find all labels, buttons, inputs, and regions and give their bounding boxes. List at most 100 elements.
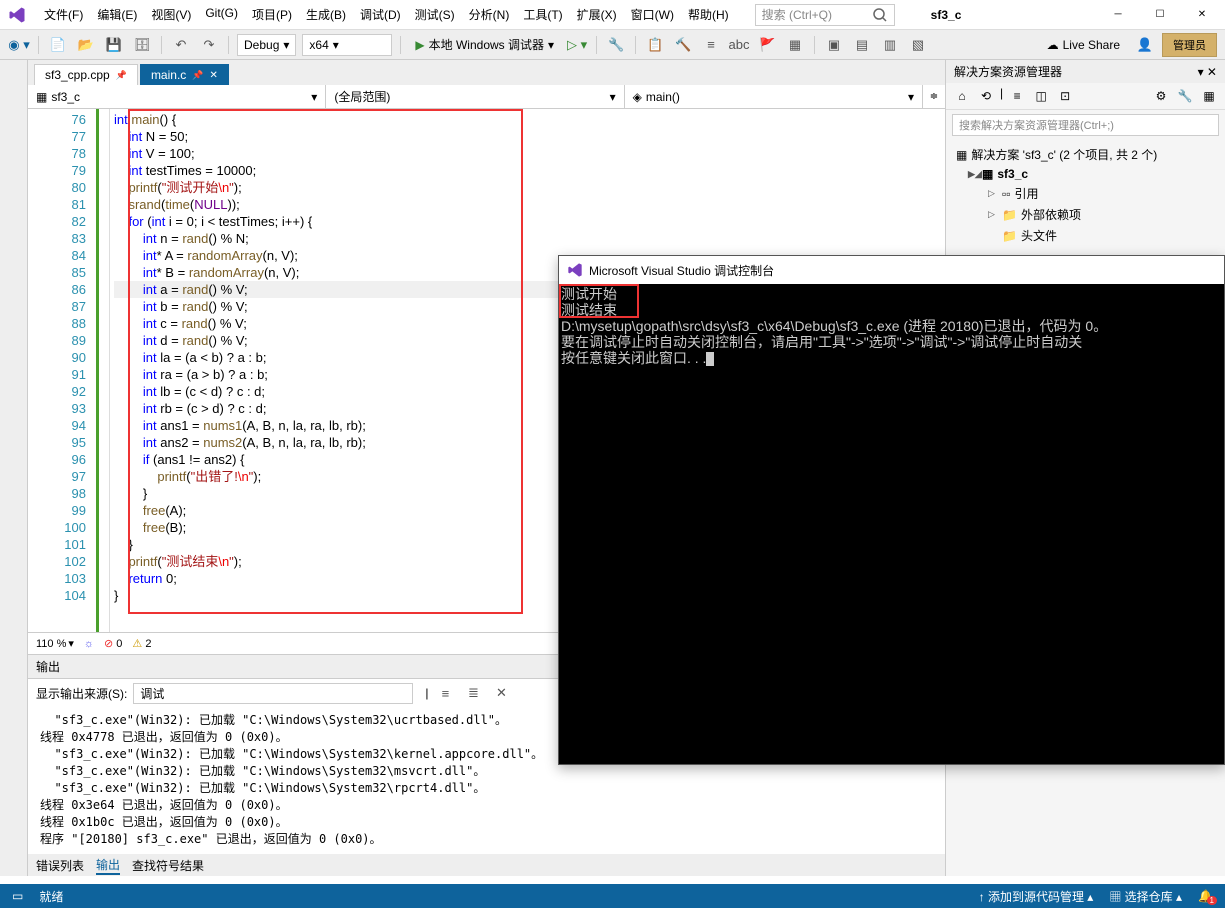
nav-scope2-dropdown[interactable]: (全局范围)▾ (326, 85, 624, 108)
solution-tree[interactable]: ▦ 解决方案 'sf3_c' (2 个项目, 共 2 个) ▶◢▦ sf3_c … (946, 140, 1225, 250)
title-search[interactable]: 搜索 (Ctrl+Q) (755, 4, 895, 26)
close-button[interactable]: ✕ (1187, 5, 1217, 25)
se-btn-6[interactable]: ▦ (1199, 86, 1219, 106)
project-title: sf3_c (915, 6, 978, 24)
zoom-dropdown[interactable]: 110 % ▾ (36, 637, 74, 650)
tb-icon-5[interactable]: abc (728, 34, 750, 56)
se-btn-4[interactable]: ⚙ (1151, 86, 1171, 106)
fold-column[interactable] (96, 109, 110, 632)
se-btn-3[interactable]: ⊡ (1055, 86, 1075, 106)
toolbar: ◉ ▾ 📄 📂 💾 🗄 ↶ ↷ Debug ▾ x64 ▾ ▶本地 Window… (0, 30, 1225, 60)
solution-toolbar: ⌂ ⟲ | ≡ ◫ ⊡ ⚙ 🔧 ▦ (946, 83, 1225, 110)
tb-icon-1[interactable]: 🔧 (605, 34, 627, 56)
tb-icon-4[interactable]: ≡ (700, 34, 722, 56)
bottom-tabs: 错误列表输出查找符号结果 (28, 854, 945, 876)
run-debugger-button[interactable]: ▶本地 Windows 调试器 ▾ (409, 34, 560, 56)
menu-item[interactable]: 项目(P) (246, 2, 298, 27)
tree-solution-root[interactable]: ▦ 解决方案 'sf3_c' (2 个项目, 共 2 个) (952, 144, 1219, 165)
tree-headers[interactable]: 📁 头文件 (952, 225, 1219, 246)
menu-item[interactable]: 编辑(E) (91, 2, 143, 27)
info-icon[interactable]: ☼ (84, 638, 94, 650)
save-button[interactable]: 💾 (103, 34, 125, 56)
menu-item[interactable]: 调试(D) (354, 2, 407, 27)
undo-button[interactable]: ↶ (170, 34, 192, 56)
document-tab[interactable]: main.c📌✕ (140, 64, 229, 85)
solution-search[interactable]: 搜索解决方案资源管理器(Ctrl+;) (952, 114, 1219, 136)
tb-icon-8[interactable]: ▣ (823, 34, 845, 56)
menu-item[interactable]: 生成(B) (300, 2, 352, 27)
se-btn-1[interactable]: ≡ (1007, 86, 1027, 106)
vs-icon-small (567, 262, 583, 278)
tb-icon-9[interactable]: ▤ (851, 34, 873, 56)
tb-icon-7[interactable]: ▦ (784, 34, 806, 56)
menu-item[interactable]: 扩展(X) (571, 2, 623, 27)
menu-item[interactable]: 工具(T) (517, 2, 568, 27)
repo-button[interactable]: ▦ 选择仓库 ▴ (1109, 888, 1182, 905)
save-all-button[interactable]: 🗄 (131, 34, 153, 56)
maximize-button[interactable]: ☐ (1145, 5, 1175, 25)
search-icon[interactable] (872, 7, 888, 23)
console-title-text: Microsoft Visual Studio 调试控制台 (589, 262, 774, 279)
tree-project[interactable]: ▶◢▦ sf3_c (952, 165, 1219, 183)
start-without-debug-button[interactable]: ▷ ▾ (566, 34, 588, 56)
output-from-dropdown[interactable]: 调试 (133, 683, 413, 704)
sync-button[interactable]: ⟲ (976, 86, 996, 106)
bottom-tab[interactable]: 输出 (96, 856, 120, 875)
visual-studio-icon (8, 6, 26, 24)
menu-item[interactable]: 视图(V) (145, 2, 197, 27)
bottom-tab[interactable]: 错误列表 (36, 857, 84, 874)
tb-icon-11[interactable]: ▧ (907, 34, 929, 56)
document-tabs: sf3_cpp.cpp📌main.c📌✕ (28, 60, 945, 85)
debug-console-window[interactable]: Microsoft Visual Studio 调试控制台 测试开始测试结束D:… (558, 255, 1225, 765)
account-button[interactable]: 👤 (1134, 34, 1156, 56)
menu-item[interactable]: 测试(S) (409, 2, 461, 27)
menu-item[interactable]: 帮助(H) (682, 2, 735, 27)
tab-close-icon[interactable]: ✕ (210, 70, 218, 81)
menu-bar: 文件(F)编辑(E)视图(V)Git(G)项目(P)生成(B)调试(D)测试(S… (38, 2, 735, 27)
se-btn-5[interactable]: 🔧 (1175, 86, 1195, 106)
platform-dropdown[interactable]: x64 ▾ (302, 34, 392, 56)
nav-scope-dropdown[interactable]: ▦ sf3_c▾ (28, 85, 326, 108)
warning-indicator[interactable]: ⚠ 2 (132, 637, 151, 650)
status-ready-icon: ▭ (12, 889, 23, 903)
notification-bell-icon[interactable]: 🔔 (1198, 889, 1213, 903)
search-placeholder: 搜索 (Ctrl+Q) (762, 6, 832, 23)
navigation-bar: ▦ sf3_c▾ (全局范围)▾ ◈ main()▾ ≑ (28, 85, 945, 109)
config-dropdown[interactable]: Debug ▾ (237, 34, 296, 56)
bottom-tab[interactable]: 查找符号结果 (132, 857, 204, 874)
split-button[interactable]: ≑ (923, 85, 945, 108)
minimize-button[interactable]: ─ (1103, 5, 1133, 25)
menu-item[interactable]: 文件(F) (38, 2, 89, 27)
source-control-button[interactable]: ↑ 添加到源代码管理 ▴ (979, 888, 1094, 905)
menu-item[interactable]: 分析(N) (463, 2, 516, 27)
menu-item[interactable]: 窗口(W) (625, 2, 680, 27)
menu-item[interactable]: Git(G) (199, 2, 244, 27)
redo-button[interactable]: ↷ (198, 34, 220, 56)
output-x-button[interactable]: ✕ (490, 682, 512, 704)
console-titlebar[interactable]: Microsoft Visual Studio 调试控制台 (559, 256, 1224, 284)
status-ready: 就绪 (39, 888, 63, 905)
left-tool-rail[interactable] (0, 60, 28, 876)
output-clear-button[interactable]: ≡ (434, 682, 456, 704)
new-file-button[interactable]: 📄 (47, 34, 69, 56)
tree-ext-deps[interactable]: ▷📁 外部依赖项 (952, 204, 1219, 225)
document-tab[interactable]: sf3_cpp.cpp📌 (34, 64, 138, 85)
console-output: 测试开始测试结束D:\mysetup\gopath\src\dsy\sf3_c\… (559, 284, 1224, 368)
live-share-button[interactable]: ☁ Live Share (1039, 38, 1128, 52)
home-button[interactable]: ⌂ (952, 86, 972, 106)
tb-icon-2[interactable]: 📋 (644, 34, 666, 56)
tb-icon-6[interactable]: 🚩 (756, 34, 778, 56)
open-button[interactable]: 📂 (75, 34, 97, 56)
se-btn-2[interactable]: ◫ (1031, 86, 1051, 106)
solution-explorer-title: 解决方案资源管理器 ▾ ✕ (946, 60, 1225, 83)
tb-icon-10[interactable]: ▥ (879, 34, 901, 56)
admin-badge: 管理员 (1162, 33, 1217, 57)
output-wrap-button[interactable]: ≣ (462, 682, 484, 704)
line-gutter: 7677787980818283848586878889909192939495… (28, 109, 96, 632)
nav-member-dropdown[interactable]: ◈ main()▾ (625, 85, 923, 108)
error-indicator[interactable]: ⊘ 0 (104, 637, 122, 650)
tree-refs[interactable]: ▷▫▫ 引用 (952, 183, 1219, 204)
statusbar: ▭ 就绪 ↑ 添加到源代码管理 ▴ ▦ 选择仓库 ▴ 🔔 (0, 884, 1225, 908)
nav-back-button[interactable]: ◉ ▾ (8, 34, 30, 56)
tb-icon-3[interactable]: 🔨 (672, 34, 694, 56)
